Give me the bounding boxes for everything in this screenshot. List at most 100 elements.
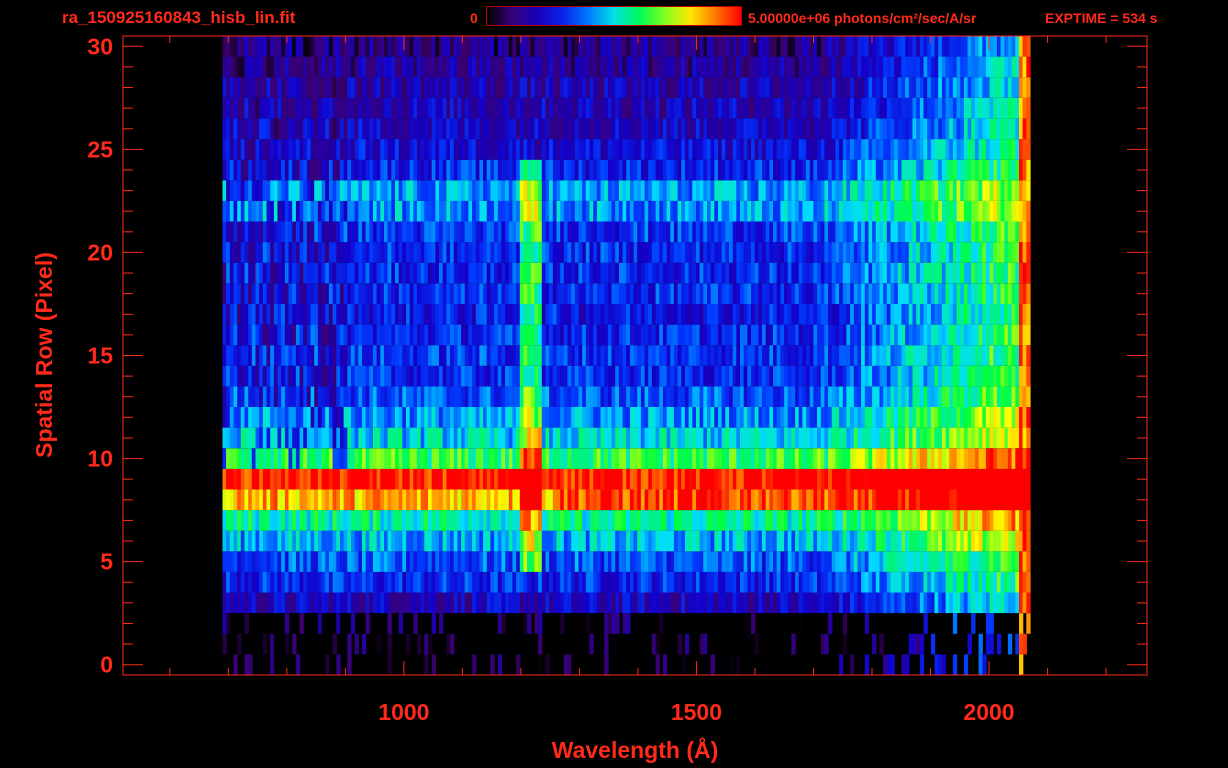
heatmap-cell xyxy=(875,551,881,572)
heatmap-cell xyxy=(541,324,547,346)
heatmap-cell xyxy=(339,613,345,634)
heatmap-cell xyxy=(325,407,330,428)
heatmap-cell xyxy=(850,571,855,593)
heatmap-cell xyxy=(325,242,330,263)
heatmap-cell xyxy=(912,633,917,655)
heatmap-cell xyxy=(985,530,991,552)
heatmap-cell xyxy=(428,283,433,304)
heatmap-cell xyxy=(751,571,756,593)
heatmap-cell xyxy=(791,654,796,675)
heatmap-cell xyxy=(989,613,994,634)
heatmap-cell xyxy=(339,427,345,449)
heatmap-cell xyxy=(516,530,521,552)
heatmap-cell xyxy=(864,283,870,304)
heatmap-cell xyxy=(912,386,917,407)
heatmap-cell xyxy=(1026,407,1031,428)
heatmap-cell xyxy=(813,468,818,490)
heatmap-cell xyxy=(718,365,723,387)
heatmap-cell xyxy=(332,365,337,387)
heatmap-cell xyxy=(262,200,268,222)
heatmap-cell xyxy=(684,427,690,449)
heatmap-cell xyxy=(439,489,444,511)
heatmap-cell xyxy=(413,200,418,222)
heatmap-cell xyxy=(306,592,312,614)
heatmap-cell xyxy=(780,613,785,634)
heatmap-cell xyxy=(490,551,495,572)
heatmap-cell xyxy=(266,510,271,531)
heatmap-cell xyxy=(835,304,840,325)
heatmap-cell xyxy=(1026,530,1031,552)
heatmap-cell xyxy=(556,592,561,614)
heatmap-cell xyxy=(226,530,231,552)
heatmap-cell xyxy=(578,386,583,407)
heatmap-cell xyxy=(519,530,525,552)
heatmap-cell xyxy=(593,427,598,449)
heatmap-cell xyxy=(417,510,422,531)
heatmap-cell xyxy=(431,489,436,511)
heatmap-cell xyxy=(578,592,583,614)
heatmap-cell xyxy=(1007,365,1013,387)
heatmap-cell xyxy=(662,468,668,490)
heatmap-cell xyxy=(424,283,429,304)
heatmap-cell xyxy=(949,489,954,511)
heatmap-cell xyxy=(376,427,381,449)
heatmap-cell xyxy=(325,530,330,552)
heatmap-cell xyxy=(417,427,422,449)
heatmap-cell xyxy=(853,283,859,304)
heatmap-cell xyxy=(754,530,759,552)
heatmap-cell xyxy=(835,324,840,346)
heatmap-cell xyxy=(688,345,693,366)
heatmap-cell xyxy=(662,592,668,614)
heatmap-cell xyxy=(640,407,646,428)
heatmap-cell xyxy=(424,221,429,243)
heatmap-cell xyxy=(585,159,591,181)
heatmap-cell xyxy=(629,386,635,407)
heatmap-cell xyxy=(413,304,418,325)
heatmap-cell xyxy=(600,468,605,490)
heatmap-cell xyxy=(853,407,859,428)
heatmap-cell xyxy=(971,283,976,304)
heatmap-cell xyxy=(395,365,400,387)
heatmap-cell xyxy=(985,448,991,469)
heatmap-cell xyxy=(765,592,770,614)
heatmap-cell xyxy=(703,530,708,552)
heatmap-cell xyxy=(262,427,268,449)
heatmap-cell xyxy=(365,489,370,511)
heatmap-cell xyxy=(464,221,469,243)
heatmap-cell xyxy=(365,283,370,304)
heatmap-cell xyxy=(574,345,580,366)
heatmap-cell xyxy=(1000,489,1005,511)
heatmap-cell xyxy=(556,407,561,428)
heatmap-cell xyxy=(765,200,770,222)
heatmap-cell xyxy=(861,221,866,243)
heatmap-cell xyxy=(952,365,958,387)
heatmap-cell xyxy=(978,489,983,511)
heatmap-cell xyxy=(828,200,833,222)
heatmap-cell xyxy=(512,530,517,552)
heatmap-cell xyxy=(281,448,286,469)
heatmap-cell xyxy=(365,324,370,346)
heatmap-cell xyxy=(740,304,745,325)
heatmap-cell xyxy=(729,200,734,222)
heatmap-cell xyxy=(618,427,624,449)
heatmap-cell xyxy=(872,180,877,201)
heatmap-cell xyxy=(692,407,697,428)
heatmap-cell xyxy=(314,510,319,531)
heatmap-cell xyxy=(527,427,532,449)
heatmap-cell xyxy=(710,180,715,201)
heatmap-cell xyxy=(516,489,521,511)
heatmap-cell xyxy=(677,448,682,469)
heatmap-cell xyxy=(802,345,807,366)
heatmap-cell xyxy=(736,592,741,614)
heatmap-cell xyxy=(640,345,646,366)
heatmap-cell xyxy=(450,530,455,552)
heatmap-cell xyxy=(875,386,881,407)
heatmap-cell xyxy=(589,489,594,511)
heatmap-cell xyxy=(578,324,583,346)
heatmap-cell xyxy=(365,427,370,449)
heatmap-cell xyxy=(479,551,484,572)
heatmap-cell xyxy=(295,407,301,428)
heatmap-cell xyxy=(281,592,286,614)
heatmap-cell xyxy=(802,489,807,511)
heatmap-cell xyxy=(692,468,697,490)
